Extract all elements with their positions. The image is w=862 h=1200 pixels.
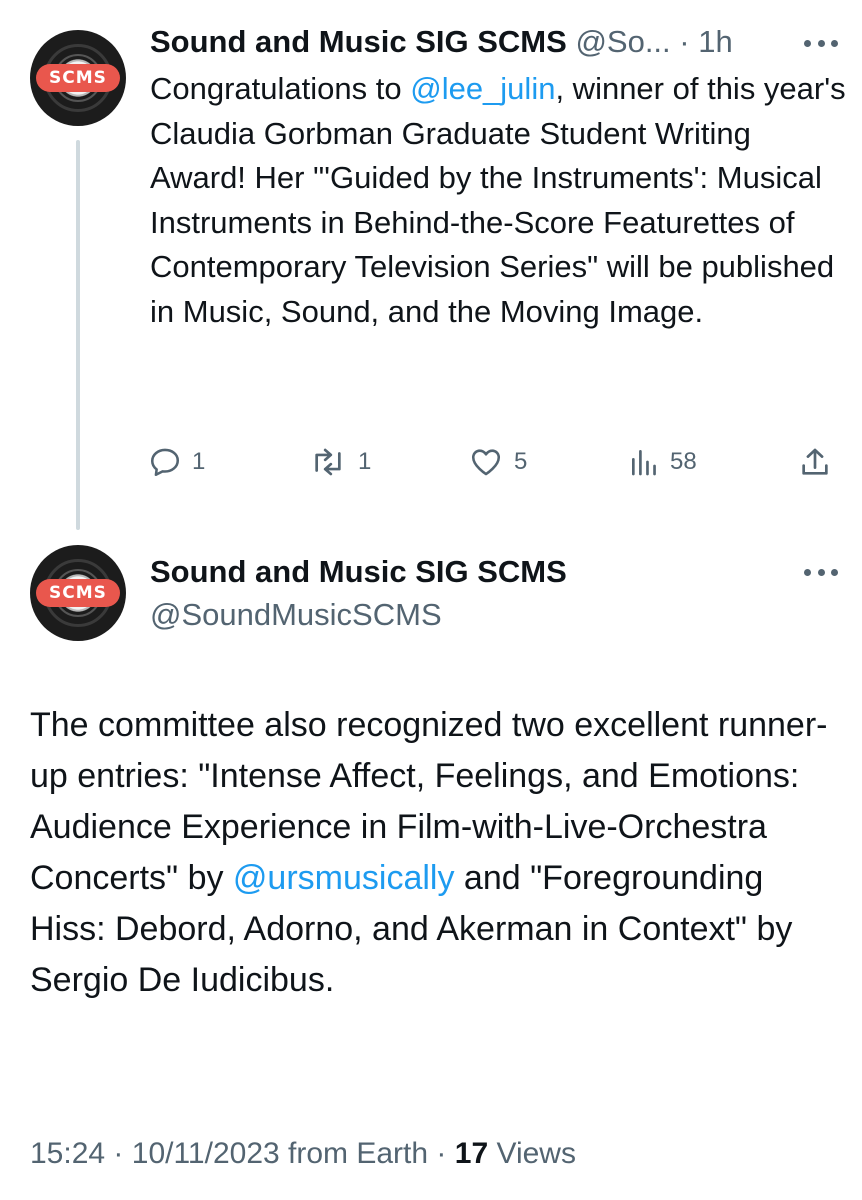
more-options-icon[interactable] (804, 38, 838, 48)
tweet-header: Sound and Music SIG SCMS @So... · 1h (150, 22, 770, 62)
reply-count: 1 (192, 448, 206, 475)
tweet-text: Congratulations to @lee_julin, winner of… (150, 67, 850, 334)
post-time[interactable]: 15:24 (30, 1137, 105, 1170)
tweet-text: The committee also recognized two excell… (30, 700, 840, 1006)
retweet-icon (315, 448, 341, 476)
heart-icon (471, 449, 501, 476)
post-source: from Earth (288, 1137, 429, 1170)
avatar[interactable]: SCMS (30, 545, 126, 641)
post-date[interactable]: 10/11/2023 (132, 1137, 280, 1170)
separator-dot: · (436, 1137, 447, 1170)
like-button[interactable]: 5 (468, 440, 527, 484)
reply-button[interactable]: 1 (148, 440, 205, 484)
mention-link[interactable]: @ursmusically (233, 859, 455, 897)
author-name[interactable]: Sound and Music SIG SCMS (150, 552, 567, 592)
views-count[interactable]: 17 (455, 1137, 488, 1170)
views-label: Views (496, 1137, 576, 1170)
author-handle[interactable]: @So... (575, 24, 670, 59)
views-count: 58 (670, 448, 697, 475)
author-handle[interactable]: @SoundMusicSCMS (150, 595, 442, 635)
timestamp[interactable]: 1h (698, 24, 732, 59)
reply-icon (150, 448, 180, 477)
views-button[interactable]: 58 (628, 440, 697, 484)
tweet-meta: 15:24 · 10/11/2023 from Earth · 17 Views (30, 1132, 576, 1176)
avatar-badge: SCMS (36, 64, 120, 92)
thread-line (76, 140, 80, 530)
share-button[interactable] (798, 440, 832, 484)
tweet-text-part: Congratulations to (150, 71, 411, 106)
separator-dot: · (113, 1137, 124, 1170)
retweet-count: 1 (358, 448, 372, 475)
tweet-text-part: , winner of this year's Claudia Gorbman … (150, 71, 846, 329)
avatar[interactable]: SCMS (30, 30, 126, 126)
mention-link[interactable]: @lee_julin (410, 71, 555, 106)
separator-dot: · (679, 24, 690, 59)
author-name[interactable]: Sound and Music SIG SCMS (150, 24, 567, 59)
share-icon (802, 448, 828, 475)
more-options-icon[interactable] (804, 567, 838, 577)
avatar-badge: SCMS (36, 579, 120, 607)
retweet-button[interactable]: 1 (308, 440, 371, 484)
like-count: 5 (514, 448, 528, 475)
analytics-icon (632, 450, 656, 476)
tweet-actions: 1 1 5 58 (148, 440, 838, 484)
